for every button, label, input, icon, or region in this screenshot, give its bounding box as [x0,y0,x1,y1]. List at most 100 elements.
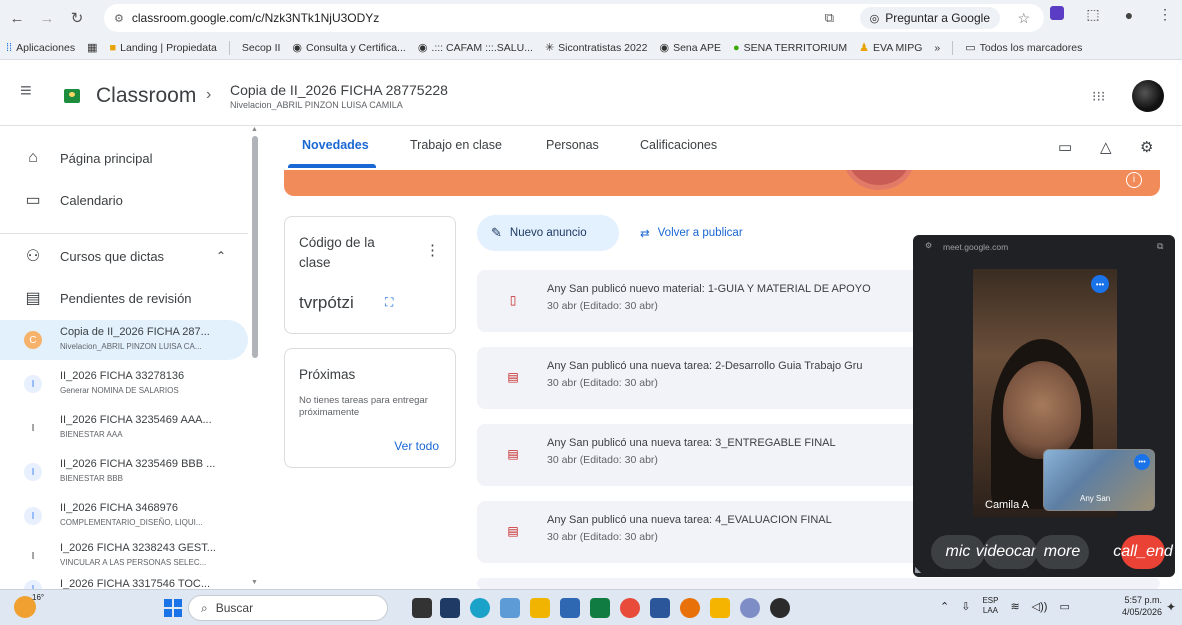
language-indicator[interactable]: ESP LAA [982,596,998,616]
notifications-icon[interactable]: ✦ [1166,600,1176,614]
course-title: Copia de II_2026 FICHA 28775228 [230,82,448,98]
extensions-puzzle-icon[interactable]: ⬚ [1082,6,1104,23]
bookmark-secop[interactable]: Secop II [236,42,287,54]
sidebar-item-teaching[interactable]: ⚇ Cursos que dictas ⌃ [0,242,248,270]
scroll-down-arrow-icon[interactable]: ▼ [251,579,258,586]
sidebar-item-home[interactable]: ⌂ Página principal [0,144,248,172]
bookmark-tabs-grid-icon[interactable]: ▦ [81,41,103,54]
browser-menu-icon[interactable]: ⋮ [1154,6,1176,23]
extension-icon[interactable] [1046,6,1068,23]
bookmark-cafam[interactable]: ◉.::: CAFAM :::.SALU... [412,41,539,55]
task-view-icon[interactable] [412,598,432,618]
search-icon: ⌕ [201,600,208,615]
profile-avatar-icon[interactable]: ● [1118,7,1140,23]
bookmark-star-icon[interactable]: ☆ [1017,10,1030,27]
info-icon[interactable]: i [1126,172,1142,188]
tab-personas[interactable]: Personas [546,138,599,152]
bookmark-landing[interactable]: ■ Landing | Propiedata [103,42,222,54]
sidebar-course-1[interactable]: I II_2026 FICHA 33278136 Generar NOMINA … [0,364,248,404]
classroom-logo-icon[interactable] [64,89,80,103]
scroll-up-arrow-icon[interactable]: ▲ [251,126,258,133]
upcoming-title: Próximas [299,367,356,382]
tab-trabajo-en-clase[interactable]: Trabajo en clase [410,138,502,152]
bookmark-consulta[interactable]: ◉ Consulta y Certifica... [286,41,411,55]
volume-icon[interactable]: ◁)) [1032,600,1048,613]
bookmark-sena-territorium[interactable]: ● SENA TERRITORIUM [727,42,853,54]
all-bookmarks[interactable]: ▭ Todos los marcadores [959,41,1088,55]
wifi-icon[interactable]: ≋ [1010,600,1019,613]
course-item-title: II_2026 FICHA 33278136 [60,370,185,382]
tab-calificaciones[interactable]: Calificaciones [640,138,717,152]
bookmark-sena-ape[interactable]: ◉ Sena APE [653,41,726,55]
usb-icon[interactable]: ⇩ [961,600,970,613]
store-icon[interactable] [440,598,460,618]
apps-grid-icon: ⁞⁞ [6,41,13,54]
course-item-subtitle: BIENESTAR BBB [60,474,123,483]
app-icon[interactable] [620,598,640,618]
back-arrow-icon[interactable]: ← [4,5,30,31]
ask-google-button[interactable]: ◎ Preguntar a Google [859,7,1000,29]
windows-start-icon[interactable] [164,599,182,617]
course-item-subtitle: BIENESTAR AAA [60,430,123,439]
chevron-up-icon[interactable]: ⌃ [940,600,949,613]
app-icon[interactable] [740,598,760,618]
app-icon[interactable] [560,598,580,618]
sidebar-course-3[interactable]: I II_2026 FICHA 3235469 BBB ... BIENESTA… [0,452,248,492]
chevron-up-icon[interactable]: ⌃ [216,249,226,263]
classroom-brand[interactable]: Classroom [96,84,196,108]
taskbar-search[interactable]: ⌕ Buscar [188,595,388,621]
pip-title-bar[interactable]: ⚙ meet.google.com ⧉ [913,235,1175,259]
bookmark-sicontratistas[interactable]: ✳ Sicontratistas 2022 [539,41,654,55]
sidebar-course-6[interactable]: I I_2026 FICHA 3317546 TOC... [0,574,248,589]
drive-icon[interactable]: △ [1100,138,1112,156]
app-icon[interactable] [680,598,700,618]
sidebar-course-5[interactable]: I I_2026 FICHA 3238243 GEST... VINCULAR … [0,536,248,576]
bookmark-apps[interactable]: ⁞⁞ Aplicaciones [0,42,81,54]
app-icon[interactable] [710,598,730,618]
bookmark-eva-mipg[interactable]: ♟ EVA MIPG [853,41,928,55]
tab-novedades[interactable]: Novedades [302,138,369,152]
sidebar-course-0[interactable]: C Copia de II_2026 FICHA 287... Nivelaci… [0,320,248,360]
chrome-icon[interactable] [770,598,790,618]
sidebar-scrollbar[interactable] [252,136,258,358]
sidebar-item-calendar[interactable]: ▭ Calendario [0,186,248,214]
app-icon[interactable] [500,598,520,618]
url-text[interactable]: classroom.google.com/c/Nzk3NTk1NjU3ODYz [132,11,379,25]
stream-post-partial[interactable] [477,578,1160,589]
excel-icon[interactable] [590,598,610,618]
new-announcement-button[interactable]: ✎ Nuevo anuncio [477,215,619,251]
calendar-icon[interactable]: ▭ [1058,138,1072,156]
meet-pip-window[interactable]: ⚙ meet.google.com ⧉ ••• Camila A ••• Any… [913,235,1175,577]
edge-icon[interactable] [470,598,490,618]
more-vert-icon[interactable]: ⋮ [425,241,440,259]
back-to-tab-icon[interactable]: ⧉ [1157,241,1163,252]
google-apps-icon[interactable]: ⁝⁝⁝ [1092,88,1105,105]
sidebar-course-4[interactable]: I II_2026 FICHA 3468976 COMPLEMENTARIO_D… [0,496,248,536]
gear-icon[interactable]: ⚙ [1140,138,1153,156]
view-all-link[interactable]: Ver todo [394,439,439,453]
videocam-button[interactable]: videocam [976,535,1044,569]
hamburger-menu-icon[interactable]: ≡ [20,80,32,103]
review-icon: ▤ [25,290,41,307]
more-button[interactable]: more [1035,535,1089,569]
reload-icon[interactable]: ↻ [64,5,90,31]
resize-handle-icon[interactable]: ◣ [915,565,921,574]
file-explorer-icon[interactable] [530,598,550,618]
course-banner: i [284,170,1160,196]
sidebar-item-pending[interactable]: ▤ Pendientes de revisión [0,284,248,312]
republish-button[interactable]: ⇄ Volver a publicar [640,226,743,240]
site-info-icon[interactable]: ⚙ [114,12,124,25]
sidebar-course-2[interactable]: I II_2026 FICHA 3235469 AAA... BIENESTAR… [0,408,248,448]
taskbar-clock[interactable]: 5:57 p.m. 4/05/2026 [1122,594,1162,618]
address-bar[interactable]: ⚙ classroom.google.com/c/Nzk3NTk1NjU3ODY… [104,4,1044,32]
word-icon[interactable] [650,598,670,618]
call-end-button[interactable]: call_end [1113,535,1173,569]
avatar[interactable] [1132,80,1164,112]
battery-icon[interactable]: ▭ [1059,600,1069,613]
forward-arrow-icon[interactable]: → [34,5,60,31]
install-app-icon[interactable]: ⧉ [825,10,834,26]
fullscreen-icon[interactable]: ⛶ [385,295,393,310]
course-badge: I [24,580,42,589]
bookmarks-more-button[interactable]: » [928,42,946,54]
site-info-icon: ⚙ [925,241,933,250]
